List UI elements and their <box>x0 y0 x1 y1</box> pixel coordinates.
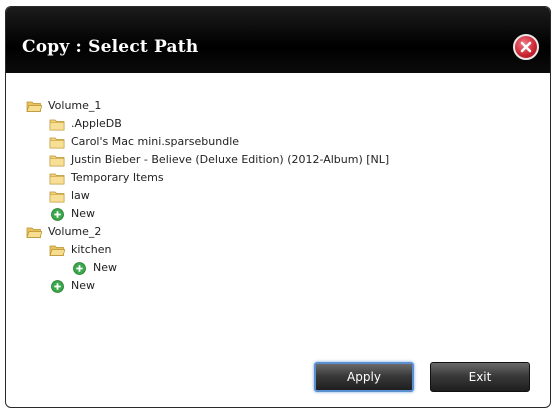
tree-item-justin-bieber[interactable]: Justin Bieber - Believe (Deluxe Edition)… <box>49 151 389 169</box>
exit-button[interactable]: Exit <box>430 362 530 392</box>
dialog-titlebar: Copy : Select Path <box>6 7 550 73</box>
dialog-title: Copy : Select Path <box>22 37 199 57</box>
close-icon[interactable] <box>513 34 539 60</box>
tree-item-appledb[interactable]: .AppleDB <box>49 115 122 133</box>
apply-button[interactable]: Apply <box>314 362 414 392</box>
folder-icon <box>49 137 65 148</box>
add-icon <box>51 279 64 293</box>
add-icon <box>73 261 86 275</box>
folder-open-icon <box>49 245 65 256</box>
tree-item-new-volume-2[interactable]: New <box>51 277 95 295</box>
folder-icon <box>49 173 65 184</box>
tree-item-label: .AppleDB <box>71 117 122 130</box>
tree-item-label: Volume_2 <box>48 225 102 238</box>
folder-icon <box>49 191 65 202</box>
add-icon <box>51 207 64 221</box>
tree-item-kitchen[interactable]: kitchen <box>49 241 112 259</box>
tree-item-carols-mac[interactable]: Carol's Mac mini.sparsebundle <box>49 133 239 151</box>
folder-open-icon <box>26 101 42 112</box>
tree-item-temporary-items[interactable]: Temporary Items <box>49 169 164 187</box>
tree-item-label: kitchen <box>71 243 112 256</box>
tree-item-volume-1[interactable]: Volume_1 <box>26 97 101 115</box>
copy-select-path-dialog: Copy : Select Path Volume_1 .AppleDB Car… <box>5 6 551 408</box>
tree-item-new-volume-1[interactable]: New <box>51 205 95 223</box>
tree-item-label: Volume_1 <box>48 99 102 112</box>
tree-item-label: New <box>93 261 117 274</box>
folder-icon <box>49 155 65 166</box>
tree-item-label: Justin Bieber - Believe (Deluxe Edition)… <box>71 153 390 166</box>
folder-open-icon <box>26 227 42 238</box>
tree-item-label: New <box>71 279 95 292</box>
folder-icon <box>49 119 65 130</box>
tree-item-label: Carol's Mac mini.sparsebundle <box>71 135 240 148</box>
tree-item-label: law <box>71 189 90 202</box>
tree-item-label: New <box>71 207 95 220</box>
tree-item-new-kitchen[interactable]: New <box>73 259 117 277</box>
tree-item-label: Temporary Items <box>71 171 164 184</box>
tree-item-law[interactable]: law <box>49 187 90 205</box>
tree-item-volume-2[interactable]: Volume_2 <box>26 223 101 241</box>
